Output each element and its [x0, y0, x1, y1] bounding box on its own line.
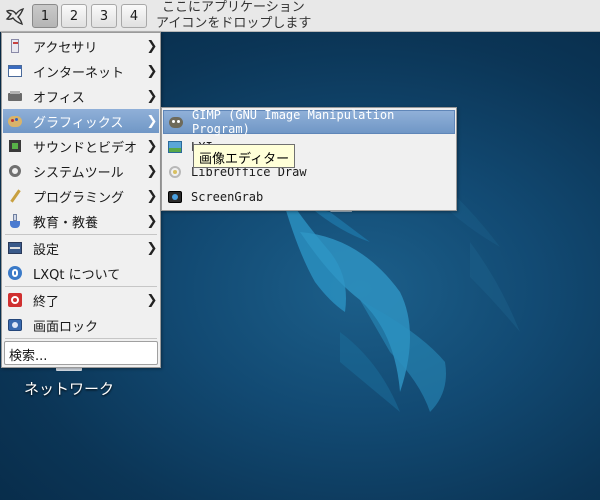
main-menu: アクセサリ ❯ インターネット ❯ オフィス ❯ グラフィックス ❯ サウンドと… — [1, 32, 161, 368]
desktop-switch-1[interactable]: 1 — [32, 4, 58, 28]
main-menu-button[interactable] — [2, 3, 28, 29]
chevron-right-icon: ❯ — [146, 138, 158, 154]
chevron-right-icon: ❯ — [146, 163, 158, 179]
chevron-right-icon: ❯ — [146, 240, 158, 256]
system-tools-icon — [7, 163, 23, 179]
menu-item-about-lxqt[interactable]: LXQt について — [3, 261, 159, 285]
quicklaunch-hint-line1: ここにアプリケーション — [162, 0, 305, 15]
menu-item-internet[interactable]: インターネット ❯ — [3, 59, 159, 83]
lxqt-logo-icon — [5, 7, 25, 26]
desktop-switch-3[interactable]: 3 — [91, 4, 117, 28]
multimedia-icon — [7, 138, 23, 154]
menu-separator — [5, 338, 157, 339]
top-panel: 1 2 3 4 ここにアプリケーション アイコンをドロップします — [0, 0, 600, 32]
development-icon — [7, 188, 23, 204]
menu-item-shutdown[interactable]: 終了 ❯ — [3, 288, 159, 312]
graphics-icon — [7, 113, 23, 129]
menu-item-system-tools[interactable]: システムツール ❯ — [3, 159, 159, 183]
gimp-icon — [168, 114, 184, 130]
menu-item-settings[interactable]: 設定 ❯ — [3, 236, 159, 260]
chevron-right-icon: ❯ — [146, 292, 158, 308]
lock-screen-icon — [7, 317, 23, 333]
menu-item-graphics[interactable]: グラフィックス ❯ — [3, 109, 159, 133]
shutdown-icon — [7, 292, 23, 308]
chevron-right-icon: ❯ — [146, 63, 158, 79]
desktop-switch-4[interactable]: 4 — [121, 4, 147, 28]
menu-item-education[interactable]: 教育・教養 ❯ — [3, 209, 159, 233]
menu-item-multimedia[interactable]: サウンドとビデオ ❯ — [3, 134, 159, 158]
chevron-right-icon: ❯ — [146, 188, 158, 204]
screengrab-icon — [167, 189, 183, 205]
quicklaunch-drop-hint: ここにアプリケーション アイコンをドロップします — [156, 0, 311, 32]
office-icon — [7, 88, 23, 104]
libreoffice-draw-icon — [167, 164, 183, 180]
submenu-item-screengrab[interactable]: ScreenGrab — [163, 185, 455, 209]
internet-icon — [7, 63, 23, 79]
submenu-item-gimp[interactable]: GIMP (GNU Image Manipulation Program) — [163, 108, 455, 136]
menu-item-office[interactable]: オフィス ❯ — [3, 84, 159, 108]
desktop-icon-label: ネットワーク — [23, 380, 114, 398]
quicklaunch-hint-line2: アイコンをドロップします — [156, 16, 312, 31]
chevron-right-icon: ❯ — [146, 113, 158, 129]
menu-separator — [5, 286, 157, 287]
menu-separator — [5, 234, 157, 235]
chevron-right-icon: ❯ — [146, 38, 158, 54]
settings-icon — [7, 240, 23, 256]
desktop-switch-2[interactable]: 2 — [61, 4, 87, 28]
menu-item-accessories[interactable]: アクセサリ ❯ — [3, 34, 159, 58]
image-viewer-icon — [167, 139, 183, 155]
lxqt-about-icon — [7, 265, 23, 281]
tooltip: 画像エディター — [193, 144, 296, 168]
menu-item-development[interactable]: プログラミング ❯ — [3, 184, 159, 208]
menu-search-input[interactable]: 検索... — [4, 341, 158, 365]
menu-item-lock-screen[interactable]: 画面ロック — [3, 313, 159, 337]
education-icon — [7, 213, 23, 229]
chevron-right-icon: ❯ — [146, 88, 158, 104]
accessories-icon — [7, 38, 23, 54]
chevron-right-icon: ❯ — [146, 213, 158, 229]
